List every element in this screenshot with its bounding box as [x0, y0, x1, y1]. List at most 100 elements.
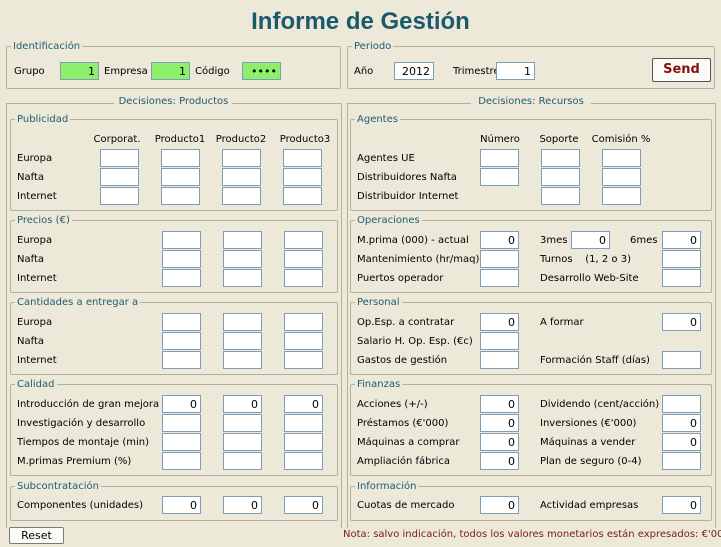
row-label-europa: Europa: [17, 235, 53, 246]
agentes-ue-soporte[interactable]: [541, 149, 580, 167]
publicidad-europa-producto2[interactable]: [222, 149, 261, 167]
precios-internet-producto1[interactable]: [162, 269, 201, 287]
publicidad-internet-producto1[interactable]: [161, 187, 200, 205]
puertos-field[interactable]: [480, 269, 519, 287]
trimestre-field[interactable]: [496, 62, 535, 80]
calidad-investigacion-producto2[interactable]: [223, 414, 262, 432]
publicidad-europa-producto1[interactable]: [161, 149, 200, 167]
operaciones-legend: Operaciones: [357, 215, 420, 226]
maquinas-vender-field[interactable]: [662, 433, 701, 451]
calidad-premium-producto2[interactable]: [223, 452, 262, 470]
mantenimiento-label: Mantenimiento (hr/maq): [357, 254, 480, 265]
distribuidores-nafta-numero[interactable]: [480, 168, 519, 186]
mprima-actual-field[interactable]: [480, 231, 519, 249]
cantidades-europa-producto3[interactable]: [284, 313, 323, 331]
salario-field[interactable]: [480, 332, 519, 350]
divider: [232, 103, 341, 104]
row-label-distribuidores-nafta: Distribuidores Nafta: [357, 172, 457, 183]
cantidades-internet-producto3[interactable]: [284, 351, 323, 369]
cuotas-field[interactable]: [480, 496, 519, 514]
maquinas-comprar-field[interactable]: [480, 433, 519, 451]
distribuidores-nafta-comision[interactable]: [602, 168, 641, 186]
distribuidor-internet-soporte[interactable]: [541, 187, 580, 205]
divider: [6, 103, 7, 528]
web-site-field[interactable]: [662, 269, 701, 287]
publicidad-nafta-corporat[interactable]: [100, 168, 139, 186]
calidad-legend: Calidad: [17, 379, 55, 390]
a-formar-label: A formar: [540, 317, 584, 328]
row-label-europa: Europa: [17, 153, 53, 164]
publicidad-europa-producto3[interactable]: [283, 149, 322, 167]
precios-nafta-producto3[interactable]: [284, 250, 323, 268]
cantidades-europa-producto1[interactable]: [162, 313, 201, 331]
cantidades-internet-producto1[interactable]: [162, 351, 201, 369]
calidad-tiempos-producto2[interactable]: [223, 433, 262, 451]
page-title: Informe de Gestión: [251, 8, 470, 35]
calidad-premium-producto3[interactable]: [284, 452, 323, 470]
actividad-label: Actividad empresas: [540, 500, 639, 511]
a-formar-field[interactable]: [662, 313, 701, 331]
mantenimiento-field[interactable]: [480, 250, 519, 268]
ampliacion-field[interactable]: [480, 452, 519, 470]
formacion-field[interactable]: [662, 351, 701, 369]
publicidad-nafta-producto3[interactable]: [283, 168, 322, 186]
calidad-premium-producto1[interactable]: [162, 452, 201, 470]
precios-nafta-producto2[interactable]: [223, 250, 262, 268]
precios-europa-producto1[interactable]: [162, 231, 201, 249]
calidad-investigacion-producto3[interactable]: [284, 414, 323, 432]
cantidades-nafta-producto3[interactable]: [284, 332, 323, 350]
reset-button[interactable]: Reset: [9, 527, 64, 544]
gastos-field[interactable]: [480, 351, 519, 369]
componentes-producto3[interactable]: [284, 496, 323, 514]
acciones-label: Acciones (+/-): [357, 399, 428, 410]
turnos-field[interactable]: [662, 250, 701, 268]
cantidades-nafta-producto2[interactable]: [223, 332, 262, 350]
cantidades-nafta-producto1[interactable]: [162, 332, 201, 350]
codigo-field[interactable]: [242, 62, 281, 80]
seis-mes-field[interactable]: [662, 231, 701, 249]
actividad-field[interactable]: [662, 496, 701, 514]
publicidad-nafta-producto1[interactable]: [161, 168, 200, 186]
precios-internet-producto2[interactable]: [223, 269, 262, 287]
precios-legend: Precios (€): [17, 215, 70, 226]
plan-seguro-field[interactable]: [662, 452, 701, 470]
grupo-field[interactable]: [60, 62, 99, 80]
calidad-mejora-producto1[interactable]: [162, 395, 201, 413]
cantidades-internet-producto2[interactable]: [223, 351, 262, 369]
distribuidor-internet-comision[interactable]: [602, 187, 641, 205]
precios-europa-producto2[interactable]: [223, 231, 262, 249]
publicidad-internet-producto3[interactable]: [283, 187, 322, 205]
send-button[interactable]: Send: [652, 58, 711, 82]
empresa-field[interactable]: [151, 62, 190, 80]
op-esp-field[interactable]: [480, 313, 519, 331]
calidad-mejora-producto2[interactable]: [223, 395, 262, 413]
publicidad-nafta-producto2[interactable]: [222, 168, 261, 186]
calidad-investigacion-producto1[interactable]: [162, 414, 201, 432]
agentes-ue-numero[interactable]: [480, 149, 519, 167]
cuotas-label: Cuotas de mercado: [357, 500, 455, 511]
row-label-mprimas-premium: M.primas Premium (%): [17, 456, 132, 467]
anio-field[interactable]: [394, 62, 434, 80]
tres-mes-field[interactable]: [571, 231, 610, 249]
prestamos-field[interactable]: [480, 414, 519, 432]
calidad-tiempos-producto3[interactable]: [284, 433, 323, 451]
distribuidores-nafta-soporte[interactable]: [541, 168, 580, 186]
precios-nafta-producto1[interactable]: [162, 250, 201, 268]
op-esp-label: Op.Esp. a contratar: [357, 317, 455, 328]
precios-europa-producto3[interactable]: [284, 231, 323, 249]
calidad-tiempos-producto1[interactable]: [162, 433, 201, 451]
calidad-mejora-producto3[interactable]: [284, 395, 323, 413]
divider: [341, 103, 342, 528]
publicidad-internet-producto2[interactable]: [222, 187, 261, 205]
componentes-producto2[interactable]: [223, 496, 262, 514]
inversiones-field[interactable]: [662, 414, 701, 432]
publicidad-internet-corporat[interactable]: [100, 187, 139, 205]
acciones-field[interactable]: [480, 395, 519, 413]
dividendo-field[interactable]: [662, 395, 701, 413]
agentes-ue-comision[interactable]: [602, 149, 641, 167]
cantidades-europa-producto2[interactable]: [223, 313, 262, 331]
componentes-producto1[interactable]: [162, 496, 201, 514]
publicidad-europa-corporat[interactable]: [100, 149, 139, 167]
precios-internet-producto3[interactable]: [284, 269, 323, 287]
row-label-tiempos-montaje: Tiempos de montaje (min): [17, 437, 150, 448]
